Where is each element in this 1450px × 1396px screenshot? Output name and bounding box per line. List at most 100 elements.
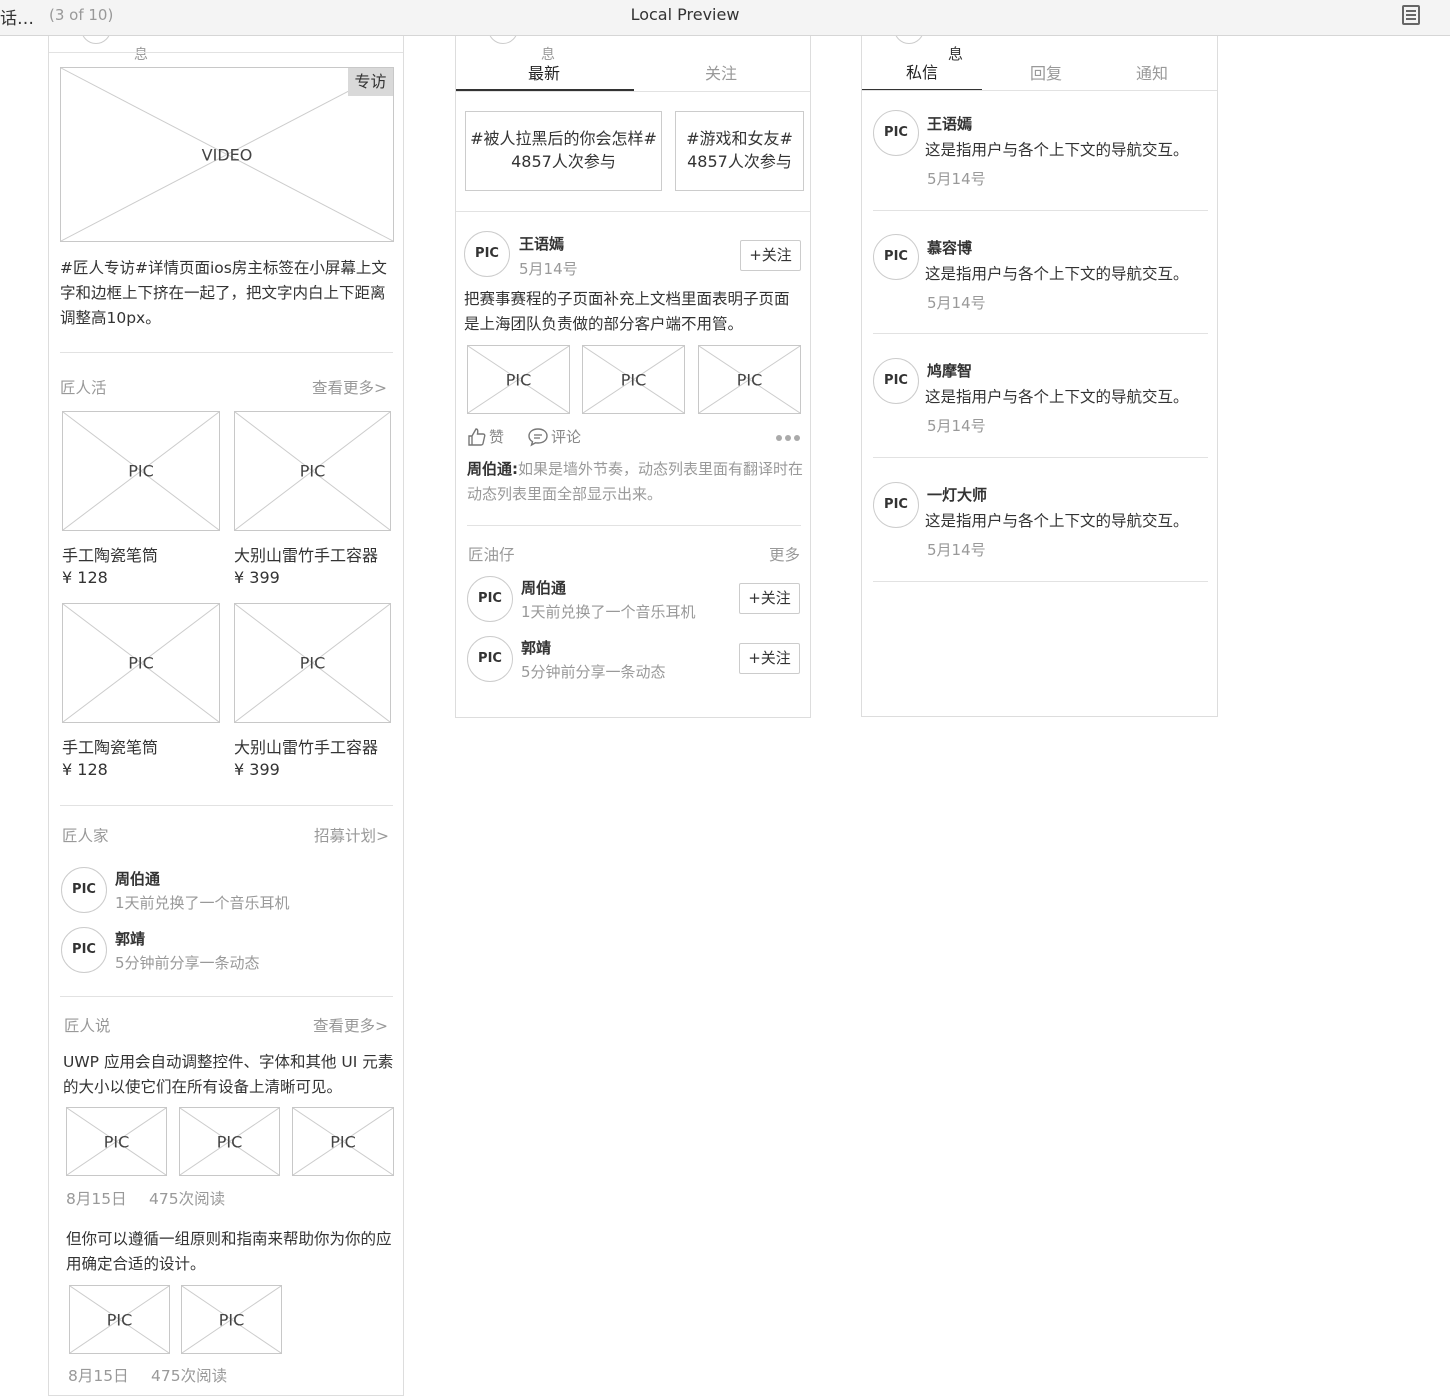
message-text: 这是指用户与各个上下文的导航交互。 — [925, 265, 1189, 283]
recruit-plan-link[interactable]: 招募计划> — [314, 824, 389, 846]
fans-more-link[interactable]: 更多 — [769, 543, 800, 565]
talk-image[interactable]: PIC — [69, 1285, 170, 1354]
user-activity: 5分钟前分享一条动态 — [115, 954, 260, 972]
header-avatar-partial — [81, 36, 111, 44]
avatar[interactable]: PIC — [873, 482, 919, 528]
follow-button[interactable]: +关注 — [739, 643, 800, 674]
user-activity: 1天前兑换了一个音乐耳机 — [115, 894, 290, 912]
user-activity: 1天前兑换了一个音乐耳机 — [521, 603, 696, 621]
article-text[interactable]: #匠人专访#详情页面ios房主标签在小屏幕上文字和边框上下挤在一起了，把文字内白… — [60, 256, 392, 331]
talk-date: 8月15日 — [66, 1190, 127, 1208]
tab-replies[interactable]: 回复 — [1030, 60, 1062, 84]
user-activity: 5分钟前分享一条动态 — [521, 663, 666, 681]
comment-icon — [528, 428, 548, 447]
header-partial-label: 息 — [134, 47, 148, 63]
talk-reads: 475次阅读 — [149, 1190, 226, 1208]
avatar[interactable]: PIC — [61, 867, 107, 913]
more-options-icon[interactable] — [776, 435, 802, 441]
message-text: 这是指用户与各个上下文的导航交互。 — [925, 141, 1189, 159]
talk-image[interactable]: PIC — [66, 1107, 167, 1176]
post-date: 5月14号 — [519, 260, 578, 278]
product-image[interactable]: PIC — [234, 411, 391, 531]
post-image[interactable]: PIC — [467, 345, 570, 414]
talk-reads: 475次阅读 — [151, 1367, 228, 1385]
talk-more-link[interactable]: 查看更多> — [313, 1014, 388, 1036]
talk-text[interactable]: 但你可以遵循一组原则和指南来帮助你为你的应用确定合适的设计。 — [66, 1227, 396, 1277]
talk-image[interactable]: PIC — [292, 1107, 394, 1176]
panel-messages: 息 私信 回复 通知 PIC 王语嫣 这是指用户与各个上下文的导航交互。 5月1… — [861, 36, 1218, 717]
topic-tag: #游戏和女友# — [686, 129, 793, 148]
post-text[interactable]: 把赛事赛程的子页面补充上文档里面表明子页面是上海团队负责做的部分客户端不用管。 — [464, 287, 794, 337]
avatar[interactable]: PIC — [873, 110, 919, 156]
avatar[interactable]: PIC — [61, 927, 107, 973]
video-label: VIDEO — [201, 145, 253, 164]
topic-count: 4857人次参与 — [687, 152, 792, 171]
product-price: ¥ 399 — [234, 568, 280, 587]
header-avatar-partial — [488, 36, 518, 44]
product-name: 手工陶瓷笔筒 — [62, 738, 159, 757]
tab-latest[interactable]: 最新 — [528, 60, 560, 84]
user-name: 周伯通 — [521, 579, 567, 597]
product-price: ¥ 128 — [62, 568, 108, 587]
user-name: 郭靖 — [115, 930, 146, 948]
talk-image[interactable]: PIC — [181, 1285, 282, 1354]
message-text: 这是指用户与各个上下文的导航交互。 — [925, 512, 1189, 530]
interview-badge: 专访 — [348, 68, 393, 96]
reply-author[interactable]: 周伯通: — [467, 460, 518, 478]
header-partial-label: 息 — [948, 45, 964, 63]
products-more-link[interactable]: 查看更多> — [312, 376, 387, 398]
avatar[interactable]: PIC — [873, 234, 919, 280]
product-image[interactable]: PIC — [62, 603, 220, 723]
tab-private-message[interactable]: 私信 — [906, 59, 938, 83]
topic-card[interactable]: #被人拉黑后的你会怎样# 4857人次参与 — [465, 111, 662, 191]
tab-notifications[interactable]: 通知 — [1136, 60, 1168, 84]
product-name: 大别山雷竹手工容器 — [234, 738, 379, 757]
panel-home: 息 VIDEO 专访 #匠人专访#详情页面ios房主标签在小屏幕上文字和边框上下… — [48, 36, 404, 1396]
list-icon[interactable] — [1402, 5, 1420, 25]
message-date: 5月14号 — [927, 417, 986, 435]
video-thumbnail[interactable]: VIDEO — [60, 67, 394, 242]
post-image[interactable]: PIC — [582, 345, 685, 414]
user-name: 郭靖 — [521, 639, 552, 657]
sender-name: 一灯大师 — [927, 486, 988, 504]
header-avatar-partial — [894, 36, 924, 44]
panel-community: 息 最新 关注 #被人拉黑后的你会怎样# 4857人次参与 #游戏和女友# 48… — [455, 36, 811, 718]
sender-name: 鸠摩智 — [927, 362, 973, 380]
avatar[interactable]: PIC — [467, 576, 513, 622]
product-price: ¥ 128 — [62, 760, 108, 779]
message-text: 这是指用户与各个上下文的导航交互。 — [925, 388, 1189, 406]
topic-count: 4857人次参与 — [511, 152, 616, 171]
topic-tag: #被人拉黑后的你会怎样# — [470, 129, 657, 148]
product-name: 大别山雷竹手工容器 — [234, 546, 379, 565]
talk-text[interactable]: UWP 应用会自动调整控件、字体和其他 UI 元素的大小以使它们在所有设备上清晰… — [63, 1050, 395, 1100]
follow-button[interactable]: +关注 — [740, 240, 801, 271]
section-title-products: 匠人活 — [60, 379, 107, 397]
topic-card[interactable]: #游戏和女友# 4857人次参与 — [675, 111, 804, 191]
avatar[interactable]: PIC — [873, 358, 919, 404]
product-name: 手工陶瓷笔筒 — [62, 546, 159, 565]
user-name: 周伯通 — [115, 870, 161, 888]
sender-name: 王语嫣 — [927, 115, 973, 133]
avatar[interactable]: PIC — [464, 231, 510, 277]
sender-name: 慕容博 — [927, 239, 973, 257]
talk-date: 8月15日 — [68, 1367, 129, 1385]
section-title-fans: 匠油仔 — [468, 546, 515, 564]
post-author[interactable]: 王语嫣 — [519, 233, 564, 254]
message-date: 5月14号 — [927, 541, 986, 559]
section-title-talk: 匠人说 — [64, 1017, 111, 1035]
product-image[interactable]: PIC — [234, 603, 391, 723]
product-image[interactable]: PIC — [62, 411, 220, 531]
tab-following[interactable]: 关注 — [705, 60, 737, 84]
window-title: Local Preview — [630, 5, 740, 24]
talk-image[interactable]: PIC — [179, 1107, 280, 1176]
message-date: 5月14号 — [927, 170, 986, 188]
preview-toolbar: 话… (3 of 10) Local Preview — [0, 0, 1450, 36]
message-date: 5月14号 — [927, 294, 986, 312]
post-reply[interactable]: 周伯通:如果是墙外节奏，动态列表里面有翻译时在动态列表里面全部显示出来。 — [467, 457, 810, 507]
avatar[interactable]: PIC — [467, 636, 513, 682]
post-image[interactable]: PIC — [698, 345, 801, 414]
section-title-family: 匠人家 — [62, 827, 109, 845]
product-price: ¥ 399 — [234, 760, 280, 779]
comment-label: 评论 — [551, 428, 582, 446]
follow-button[interactable]: +关注 — [739, 583, 800, 614]
